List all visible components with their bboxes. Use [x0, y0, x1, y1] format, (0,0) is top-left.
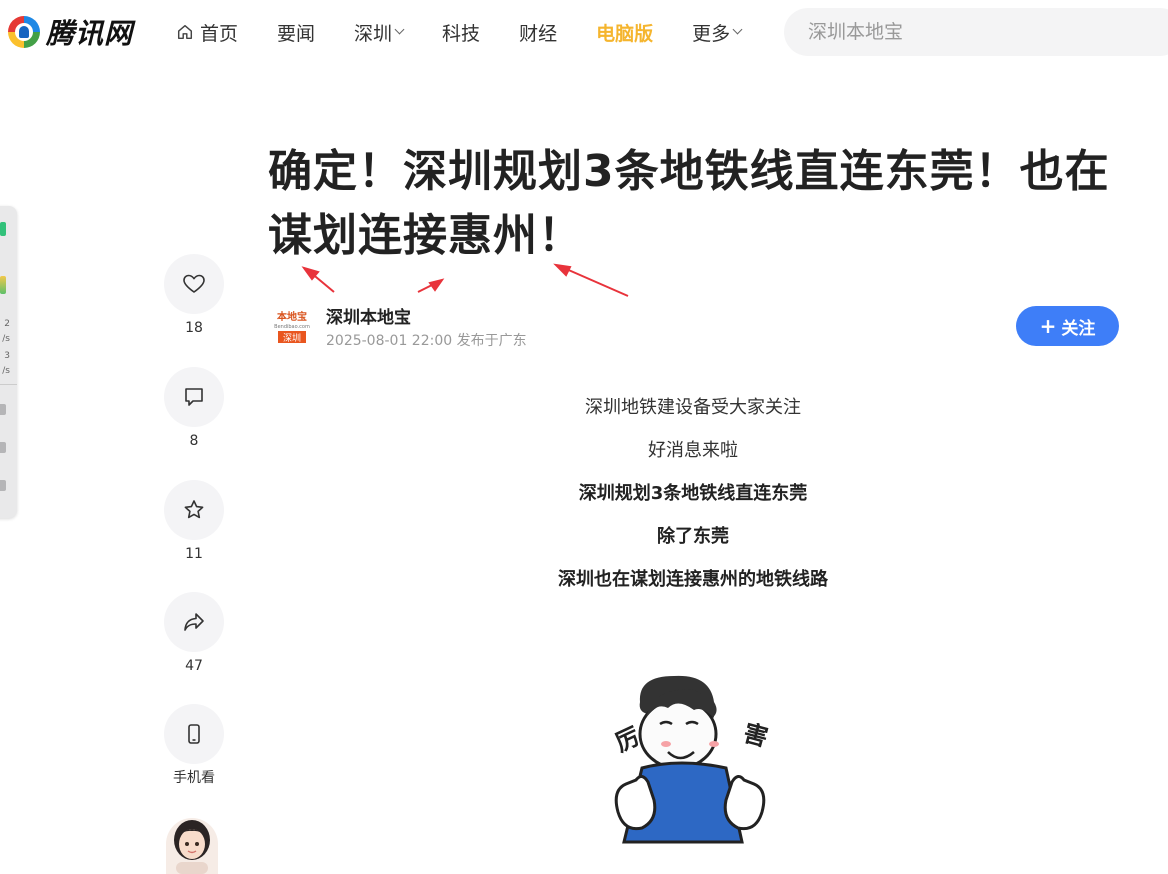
nav-item-desktop[interactable]: 电脑版	[596, 18, 653, 46]
comment-action: 8	[164, 367, 224, 449]
logo-text-top: 本地宝	[277, 310, 307, 323]
home-icon	[177, 24, 193, 40]
paragraph: 深圳规划3条地铁线直连东莞	[578, 483, 808, 504]
nav-label: 深圳	[354, 22, 393, 45]
nav-item-tech[interactable]: 科技	[442, 18, 480, 46]
top-nav-bar: 腾讯网 首页 要闻 深圳 科技 财经 电脑版 更多	[0, 0, 1168, 64]
star-icon	[184, 500, 204, 519]
tool-icon[interactable]	[0, 404, 6, 415]
nav-item-finance[interactable]: 财经	[519, 18, 557, 46]
logo-text-sub: Bendibao.com	[274, 324, 310, 330]
avatar-image	[174, 820, 210, 874]
like-count: 18	[185, 320, 203, 336]
share-button[interactable]	[164, 592, 224, 652]
mobile-label: 手机看	[173, 770, 215, 786]
speed-readout: 3	[4, 351, 10, 361]
logo-text: 腾讯网	[46, 17, 134, 50]
speed-readout: /s	[2, 366, 10, 376]
tencent-logo[interactable]: 腾讯网	[8, 14, 133, 50]
plus-icon: +	[1039, 314, 1057, 338]
annotation-arrows	[301, 263, 629, 297]
main-nav: 首页 要闻 深圳 科技 财经 电脑版 更多	[176, 18, 780, 46]
like-button[interactable]	[164, 254, 224, 314]
view-on-mobile-button[interactable]	[164, 704, 224, 764]
share-count: 47	[185, 658, 203, 674]
comment-count: 8	[189, 433, 199, 449]
chevron-down-icon	[394, 24, 405, 35]
article-body: 深圳地铁建设备受大家关注 好消息来啦 深圳规划3条地铁线直连东莞 除了东莞 深圳…	[268, 394, 1118, 609]
follow-label: 关注	[1061, 318, 1096, 339]
paragraph: 好消息来啦	[648, 440, 738, 461]
comment-icon	[185, 388, 203, 406]
divider	[0, 384, 17, 385]
favorite-count: 11	[185, 546, 203, 562]
share-arrow-icon	[184, 613, 204, 631]
logo-text-city: 深圳	[283, 333, 301, 344]
tool-icon[interactable]	[0, 442, 6, 453]
speed-readout: /s	[2, 334, 10, 344]
author-name[interactable]: 深圳本地宝	[326, 303, 411, 328]
logo-mark-icon	[8, 16, 40, 48]
paragraph: 除了东莞	[657, 526, 729, 547]
article-title: 确定！深圳规划3条地铁线直连东莞！也在谋划连接惠州！	[268, 146, 1110, 261]
nav-item-home[interactable]: 首页	[176, 18, 238, 46]
chevron-down-icon	[732, 24, 743, 35]
nav-item-shenzhen[interactable]: 深圳	[354, 18, 405, 46]
thumbs-up-illustration: 厉 害	[611, 675, 771, 844]
assistant-avatar[interactable]	[166, 818, 218, 874]
comment-button[interactable]	[164, 367, 224, 427]
phone-icon	[188, 724, 200, 744]
paragraph: 深圳也在谋划连接惠州的地铁线路	[558, 569, 828, 590]
nav-item-more[interactable]: 更多	[692, 18, 743, 46]
nav-label: 更多	[692, 22, 731, 45]
publish-info: 2025-08-01 22:00 发布于广东	[326, 333, 527, 349]
status-bar-icon	[0, 276, 6, 294]
speed-readout: 2	[4, 319, 10, 329]
author-logo[interactable]: 本地宝 Bendibao.com 深圳	[270, 308, 314, 344]
author-bar: 本地宝 Bendibao.com 深圳 深圳本地宝 2025-08-01 22:…	[270, 300, 1120, 352]
mobile-action: 手机看	[164, 704, 224, 786]
share-action: 47	[164, 592, 224, 674]
favorite-button[interactable]	[164, 480, 224, 540]
paragraph: 深圳地铁建设备受大家关注	[585, 397, 801, 418]
search-box[interactable]	[784, 8, 1168, 56]
illustration-text: 害	[740, 719, 770, 752]
nav-label: 科技	[442, 22, 481, 45]
nav-label: 要闻	[277, 22, 316, 45]
search-input[interactable]	[808, 21, 1168, 43]
tool-icon[interactable]	[0, 480, 6, 491]
heart-icon	[183, 274, 205, 293]
nav-label: 财经	[519, 22, 558, 45]
nav-item-news[interactable]: 要闻	[277, 18, 315, 46]
follow-button[interactable]: + 关注	[1016, 306, 1119, 346]
floating-toolbar[interactable]: 2 /s 3 /s	[0, 206, 17, 518]
status-green-icon	[0, 222, 6, 236]
like-action: 18	[164, 254, 224, 336]
nav-label: 电脑版	[596, 22, 654, 45]
nav-label: 首页	[200, 22, 239, 45]
favorite-action: 11	[164, 480, 224, 562]
